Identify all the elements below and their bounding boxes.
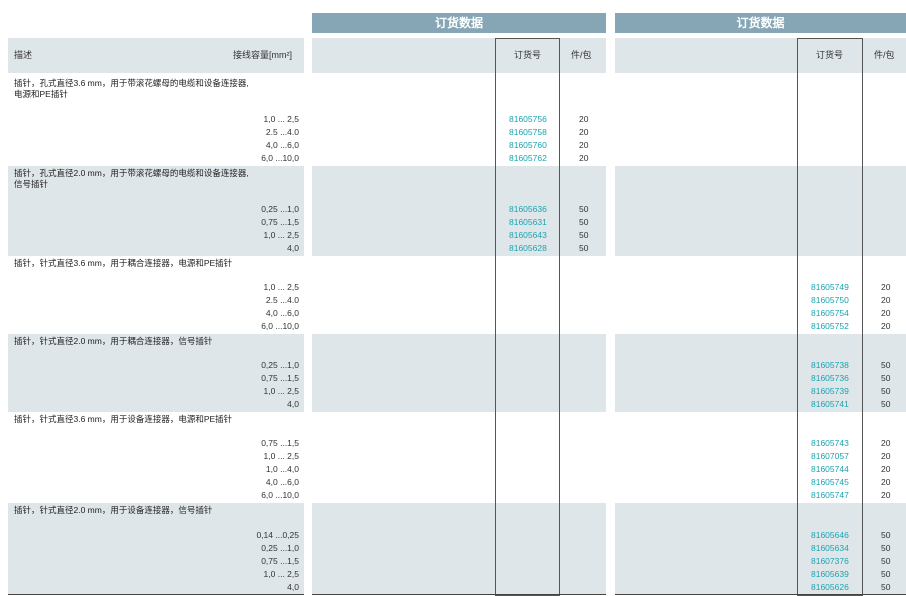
wire-range: 4,0 (287, 243, 299, 253)
pack-quantity: 20 (881, 477, 891, 487)
order-no-frame-right (797, 38, 863, 596)
wire-range: 0,75 ...1,5 (261, 217, 299, 227)
wire-range: 1,0 ... 2,5 (263, 569, 299, 579)
wire-range: 0,14 ...0,25 (256, 530, 299, 540)
wire-range: 2.5 ...4.0 (265, 295, 299, 305)
column-pack-left: 件/包 (571, 50, 592, 60)
pack-quantity: 50 (881, 360, 891, 370)
pack-quantity: 20 (881, 321, 891, 331)
group-title: 插针，针式直径2.0 mm，用于耦合连接器，信号插针 (14, 336, 213, 346)
wire-range: 4,0 ...6,0 (265, 308, 299, 318)
pack-quantity: 20 (579, 114, 589, 124)
pack-quantity: 50 (579, 204, 589, 214)
column-description: 描述 (14, 50, 33, 60)
group-title-line2: 信号插针 (14, 179, 49, 189)
wire-range: 0,25 ...1,0 (261, 360, 299, 370)
wire-range: 1,0 ... 2,5 (263, 386, 299, 396)
group-band-left (312, 334, 606, 412)
wire-range: 0,25 ...1,0 (261, 543, 299, 553)
wire-range: 4,0 ...6,0 (265, 140, 299, 150)
order-data-header-right: 订货数据 (615, 13, 906, 33)
wire-range: 0,75 ...1,5 (261, 556, 299, 566)
pack-quantity: 20 (579, 153, 589, 163)
pack-quantity: 50 (881, 373, 891, 383)
group-band-left (312, 503, 606, 594)
wire-range: 0,75 ...1,5 (261, 438, 299, 448)
column-pack-right: 件/包 (874, 50, 895, 60)
pack-quantity: 20 (881, 464, 891, 474)
pack-quantity: 50 (579, 217, 589, 227)
group-title: 插针，孔式直径3.6 mm，用于带滚花螺母的电缆和设备连接器, (14, 78, 249, 88)
wire-range: 1,0 ... 2,5 (263, 451, 299, 461)
pack-quantity: 20 (881, 308, 891, 318)
wire-range: 1,0 ...4,0 (265, 464, 299, 474)
pack-quantity: 50 (881, 530, 891, 540)
pack-quantity: 20 (579, 127, 589, 137)
pack-quantity: 50 (579, 243, 589, 253)
group-title: 插针，针式直径3.6 mm，用于耦合连接器，电源和PE插针 (14, 258, 233, 268)
wire-range: 6,0 ...10,0 (261, 321, 299, 331)
pack-quantity: 50 (579, 230, 589, 240)
wire-range: 4,0 (287, 399, 299, 409)
pack-quantity: 50 (881, 582, 891, 592)
pack-quantity: 50 (881, 399, 891, 409)
column-wire-capacity: 接线容量[mm²] (233, 50, 292, 60)
order-data-header-left: 订货数据 (312, 13, 606, 33)
pack-quantity: 20 (881, 282, 891, 292)
wire-range: 0,75 ...1,5 (261, 373, 299, 383)
wire-range: 6,0 ...10,0 (261, 490, 299, 500)
wire-range: 4,0 (287, 582, 299, 592)
wire-range: 2.5 ...4.0 (265, 127, 299, 137)
pack-quantity: 50 (881, 543, 891, 553)
group-title: 插针，针式直径3.6 mm，用于设备连接器，电源和PE插针 (14, 414, 233, 424)
order-no-frame-left (495, 38, 560, 596)
pack-quantity: 50 (881, 556, 891, 566)
pack-quantity: 20 (881, 451, 891, 461)
wire-range: 6,0 ...10,0 (261, 153, 299, 163)
column-header-band-left (312, 38, 606, 73)
group-title: 插针，针式直径2.0 mm，用于设备连接器，信号插针 (14, 505, 213, 515)
wire-range: 1,0 ... 2,5 (263, 230, 299, 240)
pack-quantity: 50 (881, 386, 891, 396)
group-title-line2: 电源和PE插针 (14, 89, 68, 99)
pack-quantity: 50 (881, 569, 891, 579)
pack-quantity: 20 (881, 295, 891, 305)
pack-quantity: 20 (881, 438, 891, 448)
group-band-left (312, 166, 606, 256)
wire-range: 4,0 ...6,0 (265, 477, 299, 487)
wire-range: 0,25 ...1,0 (261, 204, 299, 214)
pack-quantity: 20 (881, 490, 891, 500)
pack-quantity: 20 (579, 140, 589, 150)
group-title: 插针，孔式直径2.0 mm，用于带滚花螺母的电缆和设备连接器, (14, 168, 249, 178)
wire-range: 1,0 ... 2,5 (263, 282, 299, 292)
wire-range: 1,0 ... 2,5 (263, 114, 299, 124)
